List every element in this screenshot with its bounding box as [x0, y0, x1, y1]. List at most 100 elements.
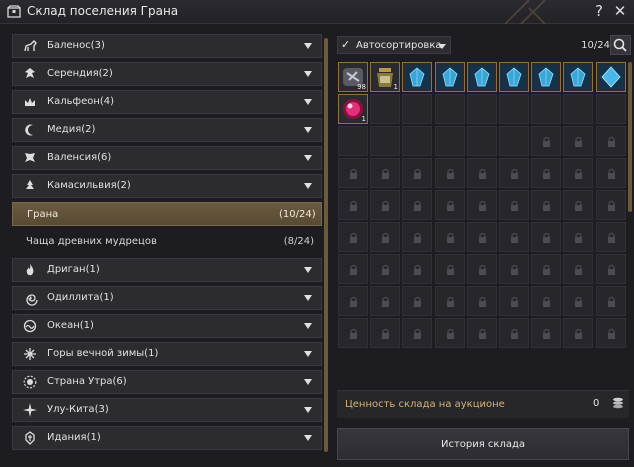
locked-slot[interactable] [499, 254, 529, 284]
locked-slot[interactable] [338, 286, 368, 316]
item-slot[interactable]: 98 [338, 62, 368, 92]
region-row[interactable]: Камасильвия(2) [12, 174, 322, 198]
empty-slot[interactable] [370, 94, 400, 124]
item-slot[interactable]: 1 [370, 62, 400, 92]
region-row[interactable]: Баленос(3) [12, 34, 322, 58]
item-slot[interactable] [531, 62, 561, 92]
locked-slot[interactable] [499, 222, 529, 252]
settlement-row-selected[interactable]: Грана (10/24) [12, 202, 322, 226]
locked-slot[interactable] [402, 222, 432, 252]
locked-slot[interactable] [467, 254, 497, 284]
region-row[interactable]: Кальфеон(4) [12, 90, 322, 114]
autosort-checkbox[interactable]: ✓ [341, 38, 350, 51]
locked-slot[interactable] [467, 286, 497, 316]
storage-grid-scrollbar[interactable] [628, 62, 632, 212]
region-row[interactable]: Дриган(1) [12, 258, 322, 282]
locked-slot[interactable] [435, 190, 465, 220]
locked-slot[interactable] [402, 318, 432, 348]
locked-slot[interactable] [402, 158, 432, 188]
region-row[interactable]: Одиллита(1) [12, 286, 322, 310]
region-row[interactable]: Валенсия(6) [12, 146, 322, 170]
help-button[interactable]: ? [592, 2, 606, 20]
locked-slot[interactable] [467, 190, 497, 220]
item-slot[interactable] [467, 62, 497, 92]
locked-slot[interactable] [531, 126, 561, 156]
locked-slot[interactable] [338, 190, 368, 220]
locked-slot[interactable] [596, 254, 626, 284]
locked-slot[interactable] [596, 126, 626, 156]
empty-slot[interactable] [563, 94, 593, 124]
empty-slot[interactable] [402, 126, 432, 156]
title-bar[interactable]: Склад поселения Грана ? ✕ [0, 0, 634, 24]
autosort-dropdown[interactable]: ✓ Автосортировка [337, 36, 451, 54]
region-row[interactable]: Идания(1) [12, 426, 322, 450]
item-slot[interactable] [563, 62, 593, 92]
item-slot[interactable] [499, 62, 529, 92]
locked-slot[interactable] [531, 254, 561, 284]
locked-slot[interactable] [467, 318, 497, 348]
empty-slot[interactable] [435, 126, 465, 156]
locked-slot[interactable] [370, 190, 400, 220]
locked-slot[interactable] [531, 318, 561, 348]
locked-slot[interactable] [402, 254, 432, 284]
empty-slot[interactable] [531, 94, 561, 124]
locked-slot[interactable] [563, 158, 593, 188]
storage-history-button[interactable]: История склада [337, 428, 629, 460]
region-row[interactable]: Океан(1) [12, 314, 322, 338]
locked-slot[interactable] [563, 126, 593, 156]
region-row[interactable]: Медия(2) [12, 118, 322, 142]
locked-slot[interactable] [435, 318, 465, 348]
locked-slot[interactable] [531, 158, 561, 188]
locked-slot[interactable] [563, 254, 593, 284]
empty-slot[interactable] [435, 94, 465, 124]
locked-slot[interactable] [435, 286, 465, 316]
locked-slot[interactable] [596, 318, 626, 348]
item-slot[interactable] [435, 62, 465, 92]
locked-slot[interactable] [499, 158, 529, 188]
locked-slot[interactable] [370, 158, 400, 188]
locked-slot[interactable] [563, 286, 593, 316]
locked-slot[interactable] [499, 286, 529, 316]
locked-slot[interactable] [435, 158, 465, 188]
locked-slot[interactable] [370, 222, 400, 252]
region-row[interactable]: Горы вечной зимы(1) [12, 342, 322, 366]
empty-slot[interactable] [338, 126, 368, 156]
locked-slot[interactable] [338, 158, 368, 188]
locked-slot[interactable] [531, 286, 561, 316]
locked-slot[interactable] [467, 158, 497, 188]
locked-slot[interactable] [435, 222, 465, 252]
locked-slot[interactable] [531, 222, 561, 252]
locked-slot[interactable] [596, 158, 626, 188]
locked-slot[interactable] [338, 222, 368, 252]
locked-slot[interactable] [370, 318, 400, 348]
locked-slot[interactable] [338, 254, 368, 284]
locked-slot[interactable] [563, 222, 593, 252]
empty-slot[interactable] [467, 126, 497, 156]
locked-slot[interactable] [499, 190, 529, 220]
empty-slot[interactable] [499, 94, 529, 124]
locked-slot[interactable] [467, 222, 497, 252]
settlement-row[interactable]: Чаща древних мудрецов (8/24) [12, 230, 322, 254]
locked-slot[interactable] [563, 190, 593, 220]
empty-slot[interactable] [402, 94, 432, 124]
locked-slot[interactable] [499, 318, 529, 348]
locked-slot[interactable] [531, 190, 561, 220]
locked-slot[interactable] [338, 318, 368, 348]
search-button[interactable] [610, 35, 631, 55]
item-slot[interactable] [402, 62, 432, 92]
item-slot[interactable]: 1 [338, 94, 368, 124]
locked-slot[interactable] [596, 286, 626, 316]
empty-slot[interactable] [499, 126, 529, 156]
locked-slot[interactable] [402, 190, 432, 220]
empty-slot[interactable] [596, 94, 626, 124]
locked-slot[interactable] [402, 286, 432, 316]
locked-slot[interactable] [370, 286, 400, 316]
region-list-scrollbar[interactable] [324, 38, 328, 452]
locked-slot[interactable] [563, 318, 593, 348]
item-slot[interactable] [596, 62, 626, 92]
locked-slot[interactable] [596, 190, 626, 220]
close-button[interactable]: ✕ [613, 2, 627, 20]
empty-slot[interactable] [467, 94, 497, 124]
region-row[interactable]: Улу-Кита(3) [12, 398, 322, 422]
locked-slot[interactable] [435, 254, 465, 284]
